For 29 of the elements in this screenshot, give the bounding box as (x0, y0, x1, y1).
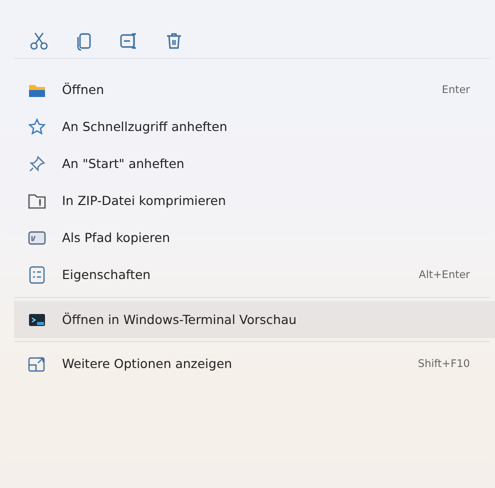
star-icon (28, 118, 46, 136)
zip-folder-icon (28, 192, 46, 210)
menu-item-label: An "Start" anheften (62, 156, 186, 171)
menu-item[interactable]: An Schnellzugriff anheften (14, 108, 490, 145)
pin-icon (28, 154, 46, 172)
shortcut-label: Shift+F10 (418, 358, 470, 370)
delete-icon (164, 31, 184, 51)
menu-item[interactable]: In ZIP-Datei komprimieren (14, 182, 490, 219)
menu-item[interactable]: Weitere Optionen anzeigen Shift+F10 (14, 345, 490, 382)
properties-icon (28, 266, 46, 284)
menu-item[interactable]: Eigenschaften Alt+Enter (14, 256, 490, 293)
menu-item-label: Weitere Optionen anzeigen (62, 356, 234, 371)
menu-item-label: Als Pfad kopieren (62, 230, 172, 245)
shortcut-label: Enter (442, 84, 470, 96)
cut-button[interactable] (28, 30, 50, 52)
shortcut-label: Alt+Enter (418, 268, 470, 280)
expand-icon (28, 354, 46, 372)
menu-item-label: In ZIP-Datei komprimieren (62, 193, 227, 208)
rename-icon (119, 31, 139, 51)
menu-item-label: Öffnen (62, 82, 105, 97)
menu-item-label: Öffnen in Windows-Terminal Vorschau (62, 312, 298, 327)
menu-item-label: Eigenschaften (62, 267, 152, 282)
menu-item[interactable]: Öffnen Enter (14, 71, 490, 108)
scissors-icon (29, 31, 49, 51)
menu-item[interactable]: Öffnen in Windows-Terminal Vorschau (14, 301, 495, 338)
menu-item-label: An Schnellzugriff anheften (62, 119, 228, 134)
menu-item[interactable]: An "Start" anheften (14, 145, 490, 182)
path-icon (28, 228, 46, 246)
menu-item[interactable]: Als Pfad kopieren (14, 219, 490, 256)
